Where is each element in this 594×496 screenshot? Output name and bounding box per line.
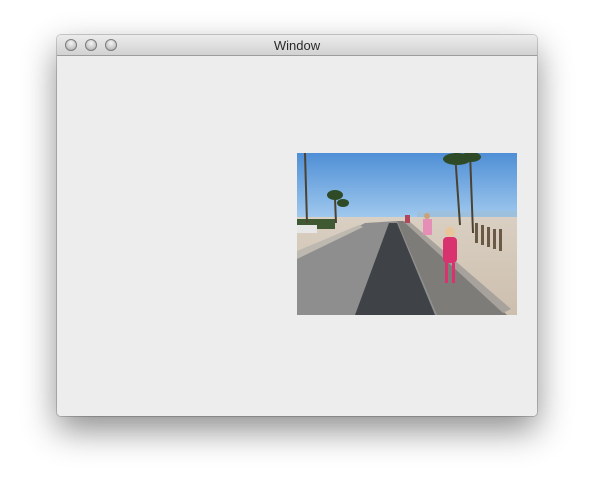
window-content [57,56,537,416]
title-bar[interactable]: Window [57,35,537,56]
window-title: Window [273,38,321,53]
beach-boardwalk-photo [297,153,517,315]
desktop: Window [0,0,594,496]
app-window: Window [57,35,537,416]
